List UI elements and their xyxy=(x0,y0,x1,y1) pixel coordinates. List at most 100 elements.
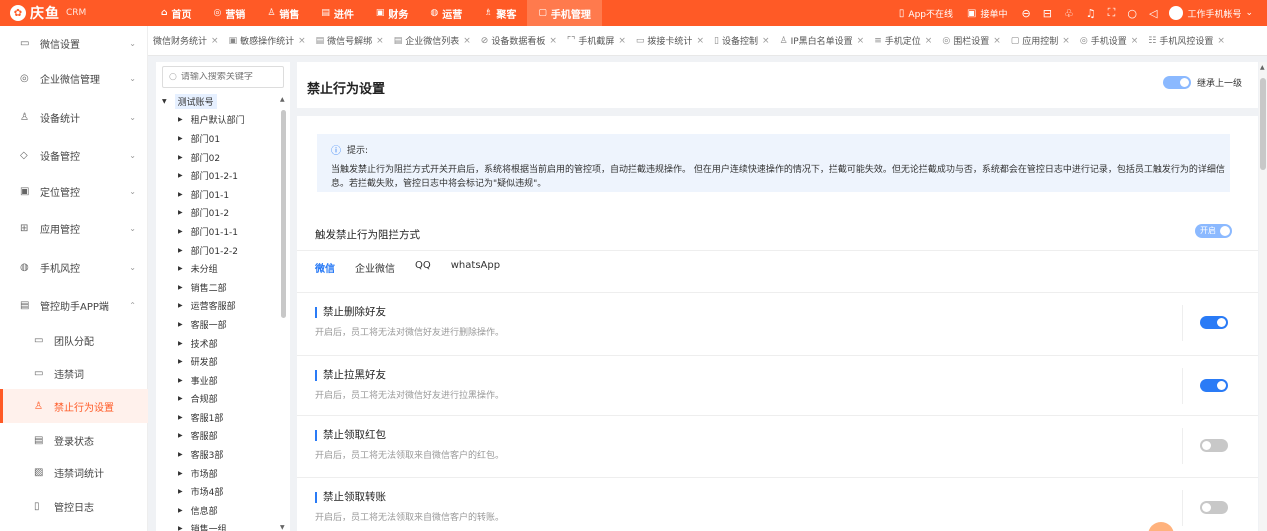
tree-node[interactable]: ▶ 部门01-1-1 xyxy=(156,222,276,241)
tab-item[interactable]: ▯ 设备控制 × xyxy=(709,34,775,48)
menu-team-assign[interactable]: ▭ 团队分配 xyxy=(0,323,148,357)
tree-node[interactable]: ▶ 信息部 xyxy=(156,501,276,520)
close-icon[interactable]: × xyxy=(696,36,704,46)
caret-right-icon[interactable]: ▶ xyxy=(178,488,183,495)
tree-node[interactable]: ▶ 销售一组 xyxy=(156,520,276,531)
nav-phone-management[interactable]: ▢ 手机管理 xyxy=(527,0,602,26)
inherit-switch[interactable] xyxy=(1162,76,1191,89)
tree-root[interactable]: ▼ 测试账号 xyxy=(156,92,276,111)
fullscreen-icon[interactable]: ⛶ xyxy=(1108,6,1116,20)
nav-sales[interactable]: ♙ 销售 xyxy=(256,0,310,26)
menu-banned-words[interactable]: ▭ 违禁词 xyxy=(0,356,148,390)
menu-login-status[interactable]: ▤ 登录状态 xyxy=(0,423,148,457)
close-icon[interactable]: × xyxy=(762,36,770,46)
tab-item[interactable]: ◎ 围栏设置 × xyxy=(937,34,1005,48)
close-icon[interactable]: × xyxy=(298,36,306,46)
caret-right-icon[interactable]: ▶ xyxy=(178,451,183,458)
tab-item[interactable]: ⊘ 设备数据看板 × xyxy=(476,34,562,48)
menu-banned-words-stats[interactable]: ▨ 违禁词统计 xyxy=(0,455,148,489)
tab-whatsapp[interactable]: whatsApp xyxy=(451,260,500,281)
menu-control-log[interactable]: ▯ 管控日志 xyxy=(0,489,148,523)
caret-right-icon[interactable]: ▶ xyxy=(178,470,183,477)
caret-right-icon[interactable]: ▶ xyxy=(178,191,183,198)
tab-item[interactable]: ▭ 拨接卡统计 × xyxy=(631,34,709,48)
close-icon[interactable]: × xyxy=(376,36,384,46)
tree-node[interactable]: ▶ 部门01 xyxy=(156,129,276,148)
caret-right-icon[interactable]: ▶ xyxy=(178,414,183,421)
rule-toggle[interactable] xyxy=(1200,379,1228,395)
close-icon[interactable]: × xyxy=(211,36,219,46)
tree-node[interactable]: ▶ 部门01-2-2 xyxy=(156,241,276,260)
lock-icon[interactable]: ⊖ xyxy=(1021,7,1030,20)
tab-item[interactable]: ▤ 企业微信列表 × xyxy=(389,34,476,48)
tree-node[interactable]: ▶ 技术部 xyxy=(156,334,276,353)
inherit-toggle[interactable]: 继承上一级 xyxy=(1162,76,1242,89)
tree-scrollbar[interactable]: ▲ ▼ xyxy=(280,96,286,531)
tab-item[interactable]: ☷ 手机风控设置 × xyxy=(1143,34,1230,48)
menu-phone-risk[interactable]: ◍ 手机风控 ⌄ xyxy=(0,250,148,284)
page-scroll-thumb[interactable] xyxy=(1260,78,1266,170)
tab-wework[interactable]: 企业微信 xyxy=(355,260,395,281)
tree-node[interactable]: ▶ 运营客服部 xyxy=(156,297,276,316)
tab-item[interactable]: ≡ 手机定位 × xyxy=(869,34,937,48)
caret-down-icon[interactable]: ▼ xyxy=(162,98,167,105)
scroll-up-icon[interactable]: ▲ xyxy=(280,96,285,103)
menu-location-control[interactable]: ▣ 定位管控 ⌄ xyxy=(0,174,148,208)
rule-toggle[interactable] xyxy=(1200,501,1228,517)
caret-right-icon[interactable]: ▶ xyxy=(178,228,183,235)
app-status[interactable]: ▯ App不在线 xyxy=(899,7,953,20)
tab-item[interactable]: ◎ 手机设置 × xyxy=(1075,34,1143,48)
caret-right-icon[interactable]: ▶ xyxy=(178,172,183,179)
caret-right-icon[interactable]: ▶ xyxy=(178,525,183,531)
toggle-switch[interactable] xyxy=(1200,439,1228,452)
tab-item[interactable]: 微信财务统计 × xyxy=(148,34,224,48)
tree-node[interactable]: ▶ 部门01-1 xyxy=(156,185,276,204)
scroll-down-icon[interactable]: ▼ xyxy=(280,524,285,531)
caret-right-icon[interactable]: ▶ xyxy=(178,377,183,384)
close-icon[interactable]: × xyxy=(549,36,557,46)
menu-device-control[interactable]: ◇ 设备管控 ⌄ xyxy=(0,138,148,172)
brand-logo[interactable]: ✿ 庆鱼 CRM xyxy=(0,3,150,23)
tab-item[interactable]: ▤ 微信号解绑 × xyxy=(311,34,389,48)
caret-right-icon[interactable]: ▶ xyxy=(178,302,183,309)
caret-right-icon[interactable]: ▶ xyxy=(178,265,183,272)
menu-control-assistant-app[interactable]: ▤ 管控助手APP端 ⌃ xyxy=(0,288,148,322)
menu-forbidden-behavior[interactable]: ♙ 禁止行为设置 xyxy=(0,389,148,423)
tree-node[interactable]: ▶ 客服1部 xyxy=(156,408,276,427)
tree-search[interactable]: ○ xyxy=(162,66,284,88)
send-icon[interactable]: ◁ xyxy=(1149,7,1157,20)
tree-node[interactable]: ▶ 市场部 xyxy=(156,464,276,483)
tab-item[interactable]: ▢ 应用控制 × xyxy=(1006,34,1075,48)
tree-node[interactable]: ▶ 客服3部 xyxy=(156,445,276,464)
caret-right-icon[interactable]: ▶ xyxy=(178,395,183,402)
close-icon[interactable]: × xyxy=(463,36,471,46)
tab-qq[interactable]: QQ xyxy=(415,260,431,281)
close-icon[interactable]: × xyxy=(925,36,933,46)
tree-scroll-thumb[interactable] xyxy=(281,110,286,318)
nav-customers[interactable]: ♗ 聚客 xyxy=(473,0,527,26)
menu-wechat-settings[interactable]: ▭ 微信设置 ⌄ xyxy=(0,26,148,60)
caret-right-icon[interactable]: ▶ xyxy=(178,507,183,514)
rule-toggle[interactable] xyxy=(1200,316,1228,332)
caret-right-icon[interactable]: ▶ xyxy=(178,209,183,216)
tree-node[interactable]: ▶ 部门01-2 xyxy=(156,204,276,223)
close-icon[interactable]: × xyxy=(618,36,626,46)
menu-app-control[interactable]: ⊞ 应用管控 ⌄ xyxy=(0,211,148,245)
page-scrollbar[interactable]: ▲ xyxy=(1259,62,1267,531)
close-icon[interactable]: × xyxy=(1217,36,1225,46)
tree-node[interactable]: ▶ 部门01-2-1 xyxy=(156,166,276,185)
nav-finance[interactable]: ▣ 财务 xyxy=(365,0,420,26)
caret-right-icon[interactable]: ▶ xyxy=(178,340,183,347)
nav-home[interactable]: ⌂ 首页 xyxy=(150,0,202,26)
menu-wework-management[interactable]: ◎ 企业微信管理 ⌄ xyxy=(0,61,148,95)
tree-node[interactable]: ▶ 客服部 xyxy=(156,427,276,446)
tree-node[interactable]: ▶ 合规部 xyxy=(156,390,276,409)
caret-right-icon[interactable]: ▶ xyxy=(178,154,183,161)
nav-intake[interactable]: ▤ 进件 xyxy=(310,0,365,26)
shirt-icon[interactable]: ♧ xyxy=(1064,7,1074,20)
receive-status[interactable]: ▣ 接单中 xyxy=(967,7,1007,20)
tree-node[interactable]: ▶ 部门02 xyxy=(156,148,276,167)
close-icon[interactable]: × xyxy=(857,36,865,46)
toggle-switch[interactable] xyxy=(1200,501,1228,514)
tree-node[interactable]: ▶ 租户默认部门 xyxy=(156,111,276,130)
